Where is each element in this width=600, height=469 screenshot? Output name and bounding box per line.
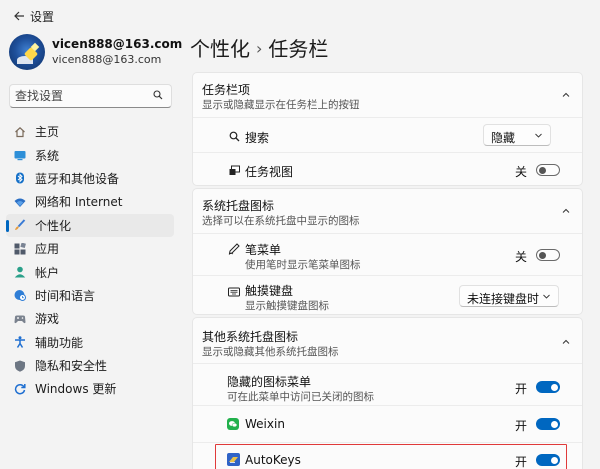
breadcrumb: 个性化 › 任务栏 [190, 33, 328, 62]
bluetooth-icon [14, 172, 26, 184]
search-input[interactable] [15, 88, 150, 104]
page-title: 任务栏 [268, 37, 329, 61]
sidebar-item-home[interactable]: 主页 [6, 120, 174, 143]
task-view-toggle[interactable] [536, 164, 560, 176]
keyboard-icon [228, 286, 240, 298]
system-tray-card: 系统托盘图标 选择可以在系统托盘中显示的图标 笔菜单 使用笔时显示笔菜单图标 关… [192, 188, 583, 315]
weixin-label: Weixin [245, 417, 285, 431]
section-subtitle: 显示或隐藏其他系统托盘图标 [202, 346, 339, 358]
chevron-down-icon [535, 133, 542, 138]
section-subtitle: 选择可以在系统托盘中显示的图标 [202, 215, 360, 227]
pen-menu-row: 笔菜单 使用笔时显示笔菜单图标 关 [193, 233, 582, 275]
sidebar-item-personalization[interactable]: 个性化 [6, 213, 174, 237]
sidebar-item-time-language[interactable]: 时间和语言 [6, 284, 174, 307]
section-title: 系统托盘图标 [202, 199, 275, 213]
update-icon [14, 383, 26, 395]
task-view-state: 关 [515, 165, 528, 179]
highlight-box [215, 444, 567, 469]
gamepad-icon [14, 313, 26, 325]
search-label: 搜索 [245, 131, 270, 145]
sidebar-item-gaming[interactable]: 游戏 [6, 307, 174, 330]
section-subtitle: 显示或隐藏显示在任务栏上的按钮 [202, 99, 360, 111]
search-row: 搜索 隐藏 [193, 117, 582, 152]
profile-email: vicen888@163.com [52, 53, 162, 66]
wifi-icon [14, 196, 26, 208]
accessibility-icon [14, 336, 26, 349]
chevron-up-icon[interactable] [562, 207, 570, 215]
home-icon [14, 126, 26, 138]
weixin-app-icon [227, 418, 239, 430]
search-box[interactable] [9, 84, 172, 108]
touch-keyboard-value: 未连接键盘时 [467, 292, 540, 306]
breadcrumb-parent[interactable]: 个性化 [190, 37, 250, 61]
touch-keyboard-dropdown[interactable]: 未连接键盘时 [459, 285, 559, 307]
section-title: 任务栏项 [202, 83, 251, 97]
section-title: 其他系统托盘图标 [202, 330, 299, 344]
sidebar-item-system[interactable]: 系统 [6, 143, 174, 166]
sidebar-nav: 主页 系统 蓝牙和其他设备 网络和 Internet 个性化 应用 帐户 时间和… [6, 120, 174, 401]
other-tray-header[interactable]: 其他系统托盘图标 显示或隐藏其他系统托盘图标 [193, 318, 582, 363]
shield-icon [14, 360, 26, 372]
system-tray-header[interactable]: 系统托盘图标 选择可以在系统托盘中显示的图标 [193, 189, 582, 233]
task-view-row: 任务视图 关 [193, 152, 582, 187]
globe-clock-icon [14, 289, 26, 302]
hidden-menu-state: 开 [515, 382, 528, 396]
sidebar-item-privacy[interactable]: 隐私和安全性 [6, 354, 174, 377]
hidden-menu-sub: 可在此菜单中访问已关闭的图标 [227, 391, 374, 403]
chevron-up-icon[interactable] [562, 91, 570, 99]
sidebar-item-accessibility[interactable]: 辅助功能 [6, 331, 174, 354]
back-button[interactable] [10, 7, 28, 25]
search-mode-value: 隐藏 [491, 131, 516, 145]
touch-keyboard-sub: 显示触摸键盘图标 [245, 300, 329, 312]
pen-menu-state: 关 [515, 250, 528, 264]
profile-name: vicen888@163.com [52, 37, 183, 51]
sidebar-item-bluetooth[interactable]: 蓝牙和其他设备 [6, 167, 174, 190]
app-title: 设置 [30, 10, 55, 24]
touch-keyboard-row: 触摸键盘 显示触摸键盘图标 未连接键盘时 [193, 275, 582, 316]
weixin-toggle[interactable] [536, 418, 560, 430]
sidebar-item-accounts[interactable]: 帐户 [6, 260, 174, 283]
brush-icon [14, 219, 26, 231]
taskbar-items-header[interactable]: 任务栏项 显示或隐藏显示在任务栏上的按钮 [193, 73, 582, 117]
sidebar-item-network[interactable]: 网络和 Internet [6, 190, 174, 213]
touch-keyboard-label: 触摸键盘 [245, 284, 294, 298]
avatar[interactable] [9, 34, 45, 70]
chevron-up-icon[interactable] [562, 338, 570, 346]
system-display-icon [14, 149, 26, 161]
hidden-menu-toggle[interactable] [536, 381, 560, 393]
search-icon [228, 130, 240, 142]
apps-icon [14, 242, 26, 255]
account-icon [14, 266, 26, 278]
pen-icon [228, 243, 240, 255]
search-icon[interactable] [153, 90, 163, 100]
sidebar-item-windows-update[interactable]: Windows 更新 [6, 377, 174, 400]
sidebar-item-apps[interactable]: 应用 [6, 237, 174, 260]
search-mode-dropdown[interactable]: 隐藏 [483, 124, 551, 146]
chevron-down-icon [543, 294, 550, 299]
pen-menu-label: 笔菜单 [245, 243, 282, 257]
title-bar: 设置 [0, 0, 600, 32]
weixin-state: 开 [515, 419, 528, 433]
pen-menu-sub: 使用笔时显示笔菜单图标 [245, 259, 361, 271]
weixin-row: Weixin 开 [193, 405, 582, 442]
hidden-menu-label: 隐藏的图标菜单 [227, 375, 312, 389]
breadcrumb-separator: › [256, 39, 263, 58]
task-view-icon [228, 164, 240, 176]
taskbar-items-card: 任务栏项 显示或隐藏显示在任务栏上的按钮 搜索 隐藏 任务视图 关 [192, 72, 583, 186]
hidden-menu-row: 隐藏的图标菜单 可在此菜单中访问已关闭的图标 开 [193, 363, 582, 405]
task-view-label: 任务视图 [245, 165, 294, 179]
pen-menu-toggle[interactable] [536, 249, 560, 261]
back-arrow-icon [14, 11, 24, 21]
